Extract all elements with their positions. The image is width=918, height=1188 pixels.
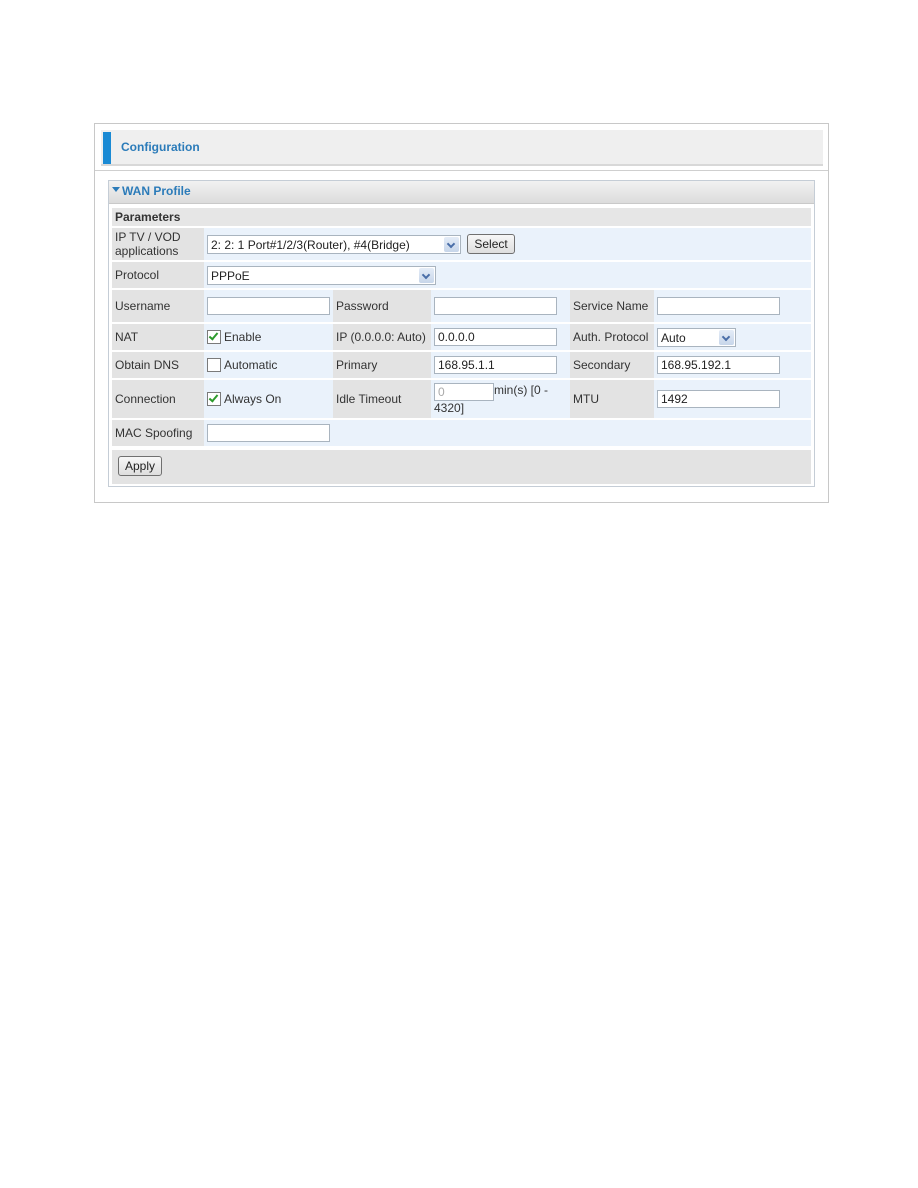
nat-label: NAT bbox=[112, 324, 204, 350]
secondary-dns-cell bbox=[654, 352, 811, 378]
row-nat: NAT Enable IP (0.0.0.0: Auto) Auth. Prot… bbox=[112, 324, 811, 350]
wan-profile-header[interactable]: WAN Profile bbox=[109, 181, 814, 204]
row-mac-spoofing: MAC Spoofing bbox=[112, 420, 811, 446]
row-dns: Obtain DNS Automatic Primary Secondary bbox=[112, 352, 811, 378]
primary-dns-label: Primary bbox=[333, 352, 431, 378]
mac-spoofing-cell bbox=[204, 420, 811, 446]
iptv-label: IP TV / VOD applications bbox=[112, 228, 204, 260]
auth-protocol-label: Auth. Protocol bbox=[570, 324, 654, 350]
username-input[interactable] bbox=[207, 297, 330, 315]
parameters-table: IP TV / VOD applications 2: 2: 1 Port#1/… bbox=[112, 226, 811, 448]
idle-timeout-cell: min(s) [0 - 4320] bbox=[431, 380, 570, 418]
dns-automatic-checkbox[interactable] bbox=[207, 358, 221, 373]
protocol-value-cell: PPPoE bbox=[204, 262, 811, 288]
always-on-label: Always On bbox=[224, 391, 282, 406]
chevron-down-icon bbox=[444, 236, 459, 252]
configuration-frame: Configuration WAN Profile Parameters IP … bbox=[94, 123, 829, 503]
service-name-label: Service Name bbox=[570, 290, 654, 322]
configuration-header: Configuration bbox=[101, 130, 823, 166]
secondary-dns-label: Secondary bbox=[570, 352, 654, 378]
row-credentials: Username Password Service Name bbox=[112, 290, 811, 322]
idle-timeout-input[interactable] bbox=[434, 383, 494, 401]
divider bbox=[95, 170, 828, 171]
nat-enable-checkbox[interactable] bbox=[207, 330, 221, 345]
mtu-cell bbox=[654, 380, 811, 418]
service-name-input[interactable] bbox=[657, 297, 780, 315]
ip-label: IP (0.0.0.0: Auto) bbox=[333, 324, 431, 350]
wan-profile-panel: WAN Profile Parameters IP TV / VOD appli… bbox=[108, 180, 815, 487]
service-name-cell bbox=[654, 290, 811, 322]
primary-dns-cell bbox=[431, 352, 570, 378]
accent-bar bbox=[103, 132, 111, 164]
row-iptv: IP TV / VOD applications 2: 2: 1 Port#1/… bbox=[112, 228, 811, 260]
username-cell bbox=[204, 290, 333, 322]
ip-input[interactable] bbox=[434, 328, 557, 346]
obtain-dns-cell: Automatic bbox=[204, 352, 333, 378]
password-input[interactable] bbox=[434, 297, 557, 315]
primary-dns-input[interactable] bbox=[434, 356, 557, 374]
chevron-down-icon bbox=[419, 267, 434, 283]
obtain-dns-label: Obtain DNS bbox=[112, 352, 204, 378]
username-label: Username bbox=[112, 290, 204, 322]
iptv-select[interactable]: 2: 2: 1 Port#1/2/3(Router), #4(Bridge) bbox=[207, 234, 461, 254]
connection-label: Connection bbox=[112, 380, 204, 418]
collapse-triangle-icon[interactable] bbox=[112, 187, 120, 192]
idle-timeout-label: Idle Timeout bbox=[333, 380, 431, 418]
row-protocol: Protocol PPPoE bbox=[112, 262, 811, 288]
auth-protocol-select[interactable]: Auto bbox=[657, 327, 736, 347]
connection-cell: Always On bbox=[204, 380, 333, 418]
section-title: Parameters bbox=[112, 208, 811, 226]
dns-automatic-label: Automatic bbox=[224, 357, 278, 372]
protocol-label: Protocol bbox=[112, 262, 204, 288]
password-cell bbox=[431, 290, 570, 322]
iptv-value-cell: 2: 2: 1 Port#1/2/3(Router), #4(Bridge) S… bbox=[204, 228, 811, 260]
apply-row: Apply bbox=[112, 450, 811, 484]
mac-spoofing-input[interactable] bbox=[207, 424, 330, 442]
mac-spoofing-label: MAC Spoofing bbox=[112, 420, 204, 446]
mtu-label: MTU bbox=[570, 380, 654, 418]
mtu-input[interactable] bbox=[657, 390, 780, 408]
always-on-checkbox[interactable] bbox=[207, 392, 221, 407]
apply-button[interactable]: Apply bbox=[118, 456, 163, 476]
password-label: Password bbox=[333, 290, 431, 322]
secondary-dns-input[interactable] bbox=[657, 356, 780, 374]
nat-enable-label: Enable bbox=[224, 329, 262, 344]
chevron-down-icon bbox=[719, 329, 734, 345]
select-button[interactable]: Select bbox=[467, 234, 515, 254]
protocol-select[interactable]: PPPoE bbox=[207, 265, 436, 285]
nat-cell: Enable bbox=[204, 324, 333, 350]
ip-cell bbox=[431, 324, 570, 350]
panel-title: WAN Profile bbox=[122, 184, 191, 198]
page-title: Configuration bbox=[121, 140, 200, 154]
row-connection: Connection Always On Idle Timeout min(s)… bbox=[112, 380, 811, 418]
auth-protocol-cell: Auto bbox=[654, 324, 811, 350]
